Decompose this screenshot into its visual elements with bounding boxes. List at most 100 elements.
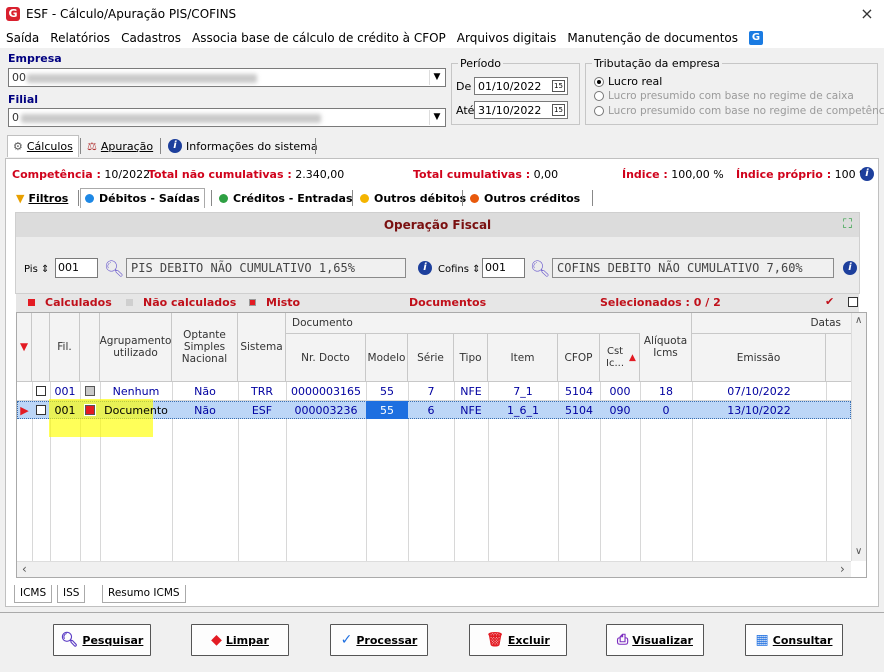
info-icon[interactable]: i — [843, 261, 857, 275]
tab-creditos-entradas[interactable]: Créditos - Entradas — [215, 188, 357, 208]
row-checkbox[interactable] — [36, 405, 46, 415]
tab-debitos-label: Débitos - Saídas — [99, 192, 200, 205]
excluir-button[interactable]: 🗑︎ Excluir — [469, 624, 567, 656]
header-aliquota[interactable]: Alíquota Icms — [640, 313, 692, 382]
tab-outros-creditos[interactable]: Outros créditos — [466, 188, 584, 208]
tab-informacoes[interactable]: i Informações do sistema — [163, 135, 323, 157]
header-cfop[interactable]: CFOP — [558, 334, 600, 382]
tab-separator — [160, 138, 161, 154]
cell-modelo: 55 — [380, 384, 394, 398]
pis-code-input[interactable]: 001 — [55, 258, 98, 278]
scroll-right-icon[interactable]: › — [840, 562, 845, 576]
date-ate-input[interactable]: 31/10/2022 15 — [474, 101, 568, 119]
header-serie[interactable]: Série — [408, 334, 454, 382]
menu-cadastros[interactable]: Cadastros — [121, 31, 181, 45]
tab-resumo-icms[interactable]: Resumo ICMS — [102, 585, 186, 603]
tab-iss[interactable]: ISS — [57, 585, 86, 603]
radio-dot[interactable] — [594, 91, 604, 101]
vertical-scrollbar[interactable] — [851, 313, 866, 561]
periodo-label: Período — [460, 57, 502, 70]
processar-button[interactable]: ✓ Processar — [330, 624, 428, 656]
header-cst-icms[interactable]: Cst Ic... ▲ — [600, 334, 640, 382]
close-button[interactable]: × — [856, 4, 878, 24]
search-icon[interactable]: 🔍︎ — [530, 259, 550, 278]
cell-serie: 6 — [427, 403, 435, 417]
header-tipo[interactable]: Tipo — [454, 334, 488, 382]
cofins-code-input[interactable]: 001 — [482, 258, 525, 278]
calendar-icon[interactable]: 15 — [552, 80, 565, 92]
header-emissao[interactable]: Emissão — [692, 334, 826, 382]
info-icon: i — [168, 139, 182, 153]
date-de-input[interactable]: 01/10/2022 15 — [474, 77, 568, 95]
info-icon[interactable]: i — [860, 167, 874, 181]
cell-optante: Não — [194, 403, 216, 417]
indice-proprio-label: Índice próprio : — [736, 168, 832, 181]
chevron-down-icon[interactable]: ▼ — [429, 110, 444, 125]
horizontal-scrollbar[interactable] — [17, 561, 851, 577]
sort-indicator-icon[interactable]: ▼ — [17, 313, 32, 382]
visualizar-button[interactable]: ⎙ Visualizar — [606, 624, 704, 656]
info-icon[interactable]: i — [418, 261, 432, 275]
header-fil[interactable]: Fil. — [50, 313, 80, 382]
chevron-down-icon[interactable]: ▼ — [429, 70, 444, 85]
cum-label: Total cumulativas : — [413, 168, 531, 181]
header-item[interactable]: Item — [488, 334, 558, 382]
scroll-up-icon[interactable]: ∧ — [855, 315, 862, 326]
cofins-code-value: 001 — [485, 261, 506, 274]
scroll-down-icon[interactable]: ∨ — [855, 546, 862, 557]
table-icon: ▦ — [755, 632, 769, 648]
date-de-value: 01/10/2022 — [478, 80, 542, 93]
search-icon[interactable]: 🔍︎ — [104, 259, 124, 278]
radio-dot[interactable] — [594, 106, 604, 116]
header-modelo[interactable]: Modelo — [366, 334, 408, 382]
mixed-square-icon — [249, 299, 256, 306]
menu-manutencao-documentos[interactable]: Manutenção de documentos — [567, 31, 738, 45]
expand-icon[interactable]: ⛶ — [843, 217, 852, 232]
tab-filtros[interactable]: ▼ Filtros — [12, 188, 72, 208]
de-label: De — [456, 80, 472, 93]
pesquisar-button[interactable]: 🔍︎ Pesquisar — [53, 624, 151, 656]
app-g-icon[interactable]: G — [749, 31, 763, 45]
cell-tipo: NFE — [460, 384, 482, 398]
cell-optante: Não — [194, 384, 216, 398]
search-icon: 🔍︎ — [60, 632, 79, 648]
cell-serie: 7 — [427, 384, 435, 398]
row-checkbox[interactable] — [36, 386, 46, 396]
menu-relatorios[interactable]: Relatórios — [50, 31, 110, 45]
legend-nao-calculados-label: Não calculados — [143, 296, 237, 309]
excluir-label: Excluir — [507, 633, 550, 647]
tab-creditos-label: Créditos - Entradas — [233, 191, 353, 205]
filial-combo[interactable]: 0 ▼ — [8, 108, 446, 127]
row-checkbox-cell[interactable] — [32, 382, 50, 400]
header-agrupamento[interactable]: Agrupamento utilizado — [100, 313, 172, 382]
check-icon: ✓ — [340, 632, 353, 648]
menu-associa-base[interactable]: Associa base de cálculo de crédito à CFO… — [192, 31, 446, 45]
tab-calculos[interactable]: ⚙ Cálculos — [7, 135, 79, 157]
radio-lucro-real[interactable]: Lucro real — [594, 75, 662, 88]
cell-modelo-focused[interactable]: 55 — [366, 401, 408, 419]
header-sistema[interactable]: Sistema — [238, 313, 286, 382]
empresa-label: Empresa — [8, 52, 62, 65]
select-all-checkbox[interactable] — [848, 297, 858, 307]
tab-debitos-saidas[interactable]: Débitos - Saídas — [80, 188, 205, 208]
menu-arquivos-digitais[interactable]: Arquivos digitais — [457, 31, 557, 45]
consultar-button[interactable]: ▦ Consultar — [745, 624, 843, 656]
scroll-left-icon[interactable]: ‹ — [22, 562, 27, 576]
pis-code-value: 001 — [58, 261, 79, 274]
cumulativas-stat: Total cumulativas : 0,00 — [413, 168, 558, 181]
radio-dot[interactable] — [594, 76, 604, 87]
tab-outros-debitos[interactable]: Outros débitos — [356, 188, 470, 208]
header-optante[interactable]: Optante Simples Nacional — [172, 313, 238, 382]
menu-saida[interactable]: Saída — [6, 31, 39, 45]
tab-apuracao[interactable]: ⚖ Apuração — [82, 135, 158, 157]
radio-lucro-presumido-caixa[interactable]: Lucro presumido com base no regime de ca… — [594, 90, 854, 102]
header-datas-extra — [826, 334, 852, 382]
calendar-icon[interactable]: 15 — [552, 104, 565, 116]
check-all-icon[interactable]: ✔ — [825, 295, 834, 308]
radio-lucro-presumido-competencia[interactable]: Lucro presumido com base no regime de co… — [594, 105, 884, 117]
tab-icms[interactable]: ICMS — [14, 585, 53, 603]
limpar-button[interactable]: ◆ Limpar — [191, 624, 289, 656]
empresa-combo[interactable]: 00 ▼ — [8, 68, 446, 87]
header-nr-docto[interactable]: Nr. Docto — [286, 334, 366, 382]
row-checkbox-cell[interactable] — [32, 401, 50, 419]
